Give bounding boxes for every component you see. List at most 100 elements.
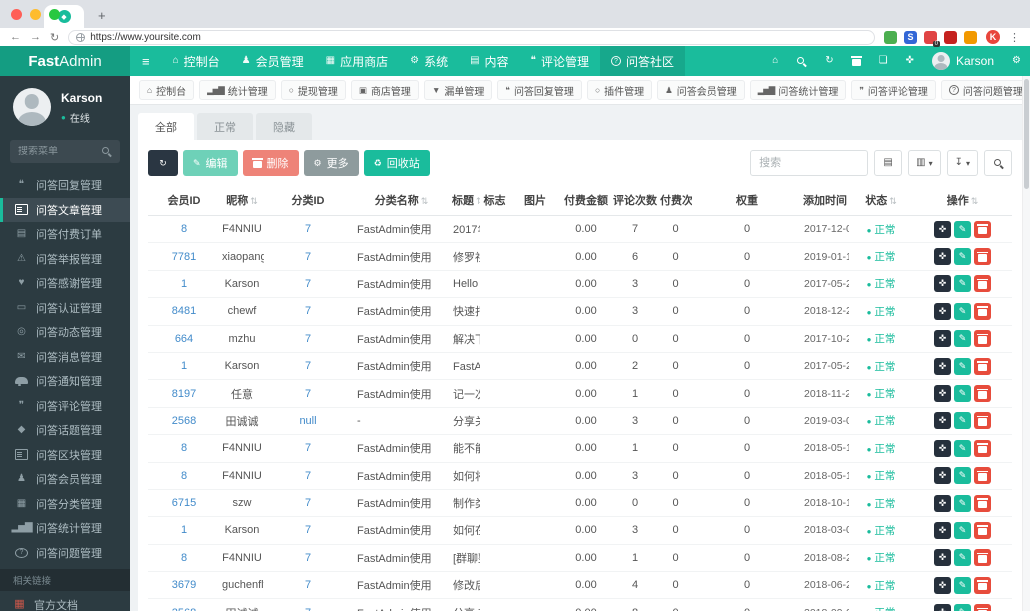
table-row[interactable]: 664 mzhu 7 FastAdmin使用 解决下lnmp环境下安装fasta… (148, 325, 1012, 352)
open-tab[interactable]: ♟ 问答会员管理 (657, 80, 745, 100)
row-delete-button[interactable] (974, 330, 991, 347)
sidebar-menu-item[interactable]: 问答问题管理 (0, 541, 130, 566)
table-row[interactable]: 1 Karson 7 FastAdmin使用 Hello FastAdmin 0… (148, 270, 1012, 297)
row-delete-button[interactable] (974, 495, 991, 512)
table-column-header[interactable]: 标题⇅ (451, 185, 480, 216)
maximize-window-button[interactable] (49, 9, 60, 20)
recycle-bin-button[interactable]: ♻ 回收站 (364, 150, 430, 176)
row-delete-button[interactable] (974, 303, 991, 320)
move-button[interactable]: ✜ (934, 275, 951, 292)
open-tab[interactable]: ▂▅▇ 统计管理 (199, 80, 276, 100)
category-id-link[interactable]: null (264, 407, 352, 434)
move-button[interactable]: ✜ (934, 330, 951, 347)
table-row[interactable]: 8197 任意 7 FastAdmin使用 记一次linux下用git安装fas… (148, 380, 1012, 407)
table-column-header[interactable]: 昵称⇅ (220, 185, 264, 216)
sidebar-menu-item[interactable]: 问答通知管理 (0, 369, 130, 394)
move-button[interactable]: ✜ (934, 440, 951, 457)
sidebar-menu-item[interactable]: ♟ 问答会员管理 (0, 467, 130, 492)
columns-button[interactable]: ▥ ▾ (908, 150, 940, 176)
row-delete-button[interactable] (974, 412, 991, 429)
sidebar-link[interactable]: ▦ 官方文档 (0, 591, 130, 611)
open-tab[interactable]: 问答问题管理 (941, 80, 1030, 100)
category-id-link[interactable]: 7 (264, 298, 352, 325)
table-column-header[interactable]: 会员ID (148, 185, 220, 216)
scrollbar-thumb[interactable] (1024, 79, 1029, 189)
sidebar-menu-item[interactable]: ▦ 问答分类管理 (0, 492, 130, 517)
table-row[interactable]: 2568 田诚诚 7 FastAdmin使用 分享 首次访问控制器时候设置aja… (148, 599, 1012, 611)
row-edit-button[interactable]: ✎ (954, 549, 971, 566)
row-edit-button[interactable]: ✎ (954, 495, 971, 512)
export-button[interactable]: ↧ ▾ (947, 150, 978, 176)
advanced-search-button[interactable] (984, 150, 1012, 176)
extension-icon[interactable] (884, 31, 897, 44)
open-tab[interactable]: ○ 提现管理 (281, 80, 346, 100)
move-button[interactable]: ✜ (934, 248, 951, 265)
navbar-menu-item[interactable]: ⚙ 系统 (399, 46, 459, 76)
category-id-link[interactable]: 7 (264, 435, 352, 462)
table-search-input[interactable] (750, 150, 868, 176)
move-button[interactable]: ✜ (934, 412, 951, 429)
category-id-link[interactable]: 7 (264, 462, 352, 489)
row-delete-button[interactable] (974, 549, 991, 566)
extension-icon[interactable] (964, 31, 977, 44)
member-id-link[interactable]: 8 (148, 435, 220, 462)
brand-logo[interactable]: FastAdmin (0, 46, 130, 76)
table-column-header[interactable]: 付费金额 (561, 185, 611, 216)
open-tab[interactable]: ▼ 漏单管理 (424, 80, 492, 100)
row-edit-button[interactable]: ✎ (954, 440, 971, 457)
navbar-menu-item[interactable]: ▦ 应用商店 (315, 46, 399, 76)
row-edit-button[interactable]: ✎ (954, 577, 971, 594)
member-id-link[interactable]: 2568 (148, 599, 220, 611)
move-button[interactable]: ✜ (934, 522, 951, 539)
move-button[interactable]: ✜ (934, 221, 951, 238)
category-id-link[interactable]: 7 (264, 572, 352, 599)
move-button[interactable]: ✜ (934, 549, 951, 566)
browser-profile-button[interactable]: K (986, 30, 1000, 44)
sidebar-menu-item[interactable]: ✉ 问答消息管理 (0, 345, 130, 370)
page-scrollbar[interactable] (1022, 76, 1030, 611)
table-row[interactable]: 8 F4NNIU 7 FastAdmin使用 [群聊整理] 请问下js 怎么获取… (148, 544, 1012, 571)
browser-menu-button[interactable]: ⋮ (1009, 31, 1020, 44)
table-column-header[interactable]: 付费次数 (659, 185, 692, 216)
category-id-link[interactable]: 7 (264, 270, 352, 297)
move-button[interactable]: ✜ (934, 495, 951, 512)
row-edit-button[interactable]: ✎ (954, 412, 971, 429)
sidebar-menu-item[interactable]: 问答文章管理 (0, 198, 130, 223)
table-row[interactable]: 1 Karson 7 FastAdmin使用 FastAdmin数据库字段命名说… (148, 352, 1012, 379)
row-delete-button[interactable] (974, 248, 991, 265)
sidebar-menu-item[interactable]: ❞ 问答评论管理 (0, 394, 130, 419)
table-column-header[interactable]: 图片 (509, 185, 561, 216)
category-id-link[interactable]: 7 (264, 325, 352, 352)
member-id-link[interactable]: 7781 (148, 243, 220, 270)
sidebar-menu-item[interactable]: ◆ 问答话题管理 (0, 418, 130, 443)
navbar-menu-item[interactable]: ♟ 会员管理 (231, 46, 315, 76)
row-edit-button[interactable]: ✎ (954, 275, 971, 292)
sidebar-search-input[interactable] (18, 146, 101, 157)
table-row[interactable]: 8 F4NNIU 7 FastAdmin使用 2017年度最受欢迎中国开源软件评… (148, 216, 1012, 243)
member-id-link[interactable]: 8197 (148, 380, 220, 407)
edit-button[interactable]: ✎ 编辑 (183, 150, 238, 176)
member-id-link[interactable]: 1 (148, 517, 220, 544)
table-column-header[interactable]: 标志 (480, 185, 509, 216)
move-button[interactable]: ✜ (934, 604, 951, 611)
table-column-header[interactable]: 分类ID (264, 185, 352, 216)
table-column-header[interactable]: 评论次数 (611, 185, 659, 216)
row-delete-button[interactable] (974, 275, 991, 292)
sidebar-menu-item[interactable]: ♥ 问答感谢管理 (0, 271, 130, 296)
filter-tab[interactable]: 正常 (197, 113, 253, 140)
new-tab-button[interactable]: + (98, 8, 106, 23)
table-row[interactable]: 2568 田诚诚 null - 分享关于表关联 三级关联 多级关联查询的方法 模… (148, 407, 1012, 434)
row-delete-button[interactable] (974, 522, 991, 539)
member-id-link[interactable]: 1 (148, 270, 220, 297)
member-id-link[interactable]: 6715 (148, 489, 220, 516)
member-id-link[interactable]: 8 (148, 544, 220, 571)
table-row[interactable]: 7781 xiaopang996 7 FastAdmin使用 修罗社区插件fas… (148, 243, 1012, 270)
table-row[interactable]: 8481 chewf 7 FastAdmin使用 快速打造跨平台开发环境 vag… (148, 298, 1012, 325)
member-id-link[interactable]: 1 (148, 352, 220, 379)
navbar-action-button[interactable]: ❏ (870, 46, 897, 76)
user-menu[interactable]: Karson (923, 52, 1003, 70)
row-edit-button[interactable]: ✎ (954, 303, 971, 320)
row-edit-button[interactable]: ✎ (954, 522, 971, 539)
navbar-action-button[interactable]: ✜ (897, 46, 923, 76)
settings-button[interactable]: ⚙ (1003, 46, 1030, 76)
